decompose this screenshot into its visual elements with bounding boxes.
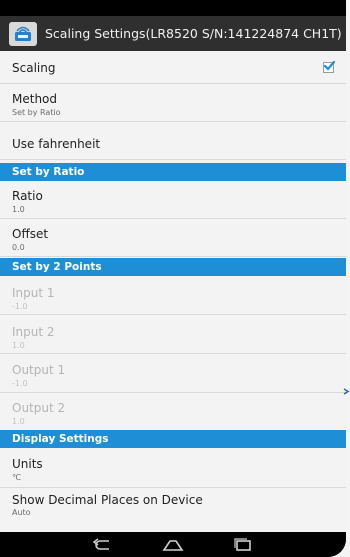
home-button[interactable] — [138, 532, 208, 557]
status-bar — [0, 0, 346, 16]
method-preference[interactable]: Method Set by Ratio — [0, 84, 346, 122]
ratio-label: Ratio — [12, 189, 43, 203]
section-set-by-ratio: Set by Ratio — [0, 163, 346, 181]
input1-value: -1.0 — [12, 302, 28, 311]
back-button[interactable] — [68, 532, 138, 557]
units-value: ℃ — [12, 473, 21, 482]
scaling-preference[interactable]: Scaling — [0, 51, 346, 84]
checkmark-icon — [323, 60, 336, 71]
offset-value: 0.0 — [12, 243, 25, 252]
use-fahrenheit-label: Use fahrenheit — [12, 137, 101, 151]
input2-label: Input 2 — [12, 325, 55, 339]
units-preference[interactable]: Units ℃ — [0, 448, 346, 488]
screen: Scaling Settings(LR8520 S/N:141224874 CH… — [0, 0, 350, 557]
callout-marker-icon — [343, 388, 350, 395]
section-display-settings: Display Settings — [0, 430, 346, 448]
decimal-places-label: Show Decimal Places on Device — [12, 493, 203, 507]
output1-preference: Output 1 -1.0 — [0, 354, 346, 393]
input2-value: 1.0 — [12, 341, 25, 350]
output1-label: Output 1 — [12, 363, 66, 377]
decimal-places-value: Auto — [12, 508, 31, 517]
back-icon — [92, 537, 109, 550]
output2-value: 1.0 — [12, 417, 25, 426]
method-label: Method — [12, 92, 58, 106]
input1-label: Input 1 — [12, 286, 55, 300]
wifi-logger-icon — [15, 26, 31, 41]
device-frame: Scaling Settings(LR8520 S/N:141224874 CH… — [0, 0, 346, 557]
section-set-by-2-points: Set by 2 Points — [0, 258, 346, 276]
offset-preference[interactable]: Offset 0.0 — [0, 219, 346, 257]
use-fahrenheit-preference[interactable]: Use fahrenheit — [0, 122, 346, 160]
scaling-checkbox[interactable] — [323, 60, 336, 73]
scaling-label: Scaling — [12, 61, 56, 75]
input2-preference: Input 2 1.0 — [0, 315, 346, 354]
home-icon — [162, 539, 184, 551]
output2-preference: Output 2 1.0 — [0, 393, 346, 432]
action-bar: Scaling Settings(LR8520 S/N:141224874 CH… — [0, 16, 346, 51]
offset-label: Offset — [12, 227, 49, 241]
page-title: Scaling Settings(LR8520 S/N:141224874 CH… — [45, 26, 342, 41]
recents-icon — [234, 537, 251, 551]
output2-label: Output 2 — [12, 401, 66, 415]
units-label: Units — [12, 457, 43, 471]
recents-button[interactable] — [208, 532, 278, 557]
decimal-places-preference[interactable]: Show Decimal Places on Device Auto — [0, 488, 346, 532]
output1-value: -1.0 — [12, 379, 28, 388]
ratio-value: 1.0 — [12, 205, 25, 214]
input1-preference: Input 1 -1.0 — [0, 276, 346, 315]
navigation-bar — [0, 532, 346, 557]
app-icon[interactable] — [9, 21, 37, 46]
preference-list: Scaling Method Set by Ratio Use fahrenhe… — [0, 51, 346, 532]
method-summary: Set by Ratio — [12, 108, 61, 117]
ratio-preference[interactable]: Ratio 1.0 — [0, 181, 346, 219]
